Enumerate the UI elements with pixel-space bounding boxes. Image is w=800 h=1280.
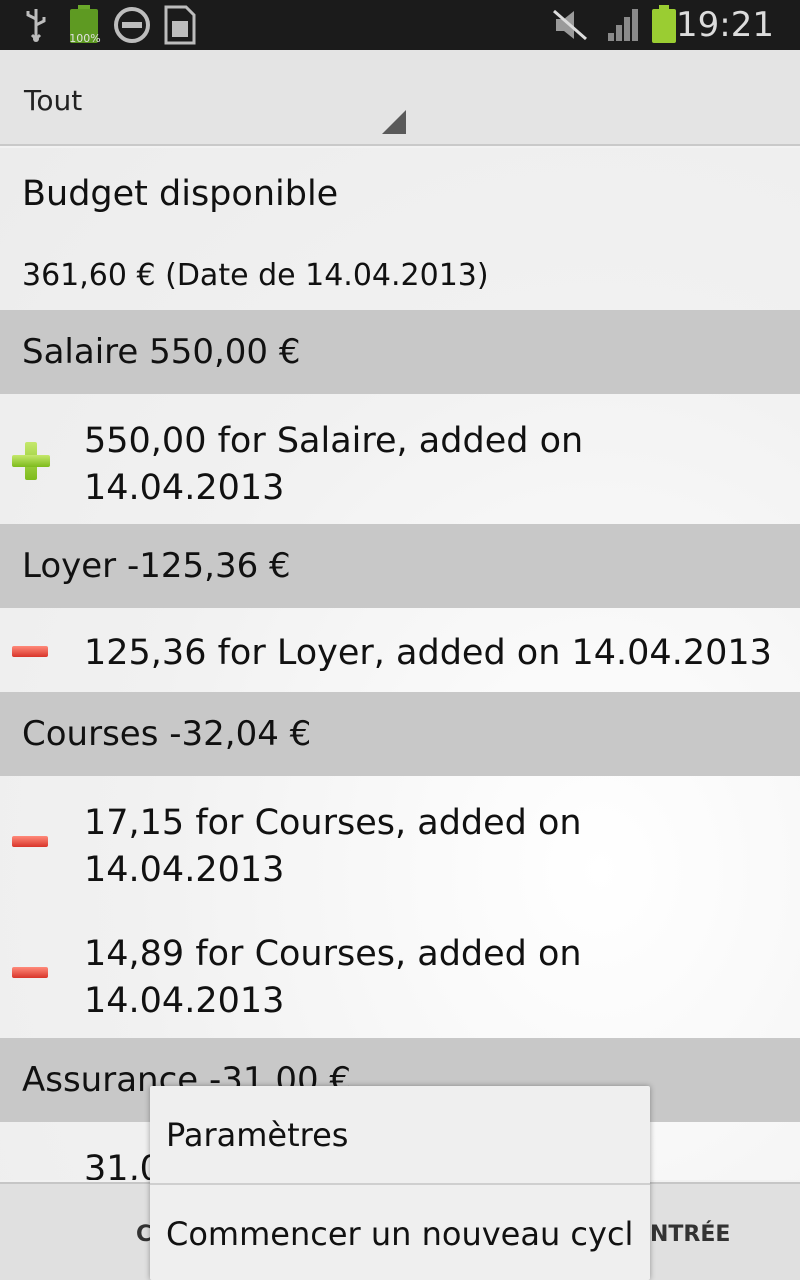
menu-item-label: Commencer un nouveau cycl [166,1215,634,1253]
budget-title: Budget disponible [22,174,339,214]
signal-icon [604,6,644,44]
entry-text: 17,15 for Courses, added on 14.04.2013 [84,803,582,890]
sim-card-icon [162,5,198,45]
entry-row[interactable]: 17,15 for Courses, added on 14.04.2013 [0,776,800,907]
status-bar: 100% 19:21 [0,0,800,50]
transaction-list: Budget disponible 361,60 € (Date de 14.0… [0,148,800,1180]
menu-item-new-cycle[interactable]: Commencer un nouveau cycl [150,1185,650,1280]
entry-text: 125,36 for Loyer, added on 14.04.2013 [84,633,772,673]
muted-speaker-icon [552,6,588,44]
menu-item-label: Paramètres [166,1116,349,1154]
category-header-salaire[interactable]: Salaire 550,00 € [0,310,800,394]
do-not-disturb-icon [112,6,152,44]
category-header-label: Salaire 550,00 € [22,332,301,372]
filter-selected-value: Tout [24,84,83,117]
budget-value: 361,60 € (Date de 14.04.2013) [22,258,489,293]
menu-item-settings[interactable]: Paramètres [150,1086,650,1183]
minus-icon [12,836,48,847]
minus-icon [12,646,48,657]
battery-full-icon [650,5,678,44]
overflow-menu: Paramètres Commencer un nouveau cycl [150,1086,650,1280]
entry-text: 14,89 for Courses, added on 14.04.2013 [84,934,582,1021]
entry-row[interactable]: 14,89 for Courses, added on 14.04.2013 [0,907,800,1038]
category-header-label: Loyer -125,36 € [22,546,291,586]
entry-row[interactable]: 125,36 for Loyer, added on 14.04.2013 [0,608,800,692]
entry-row[interactable]: 550,00 for Salaire, added on 14.04.2013 [0,394,800,524]
dropdown-arrow-icon [382,110,406,138]
plus-icon [12,442,50,480]
battery-percent-label: 100% [69,32,101,45]
category-header-courses[interactable]: Courses -32,04 € [0,692,800,776]
entry-text: 550,00 for Salaire, added on 14.04.2013 [84,421,584,508]
minus-icon [12,967,48,978]
usb-icon [22,6,50,44]
category-header-loyer[interactable]: Loyer -125,36 € [0,524,800,608]
category-header-label: Courses -32,04 € [22,714,312,754]
new-entry-button[interactable]: NTRÉE [650,1222,730,1247]
clock: 19:21 [676,5,774,45]
